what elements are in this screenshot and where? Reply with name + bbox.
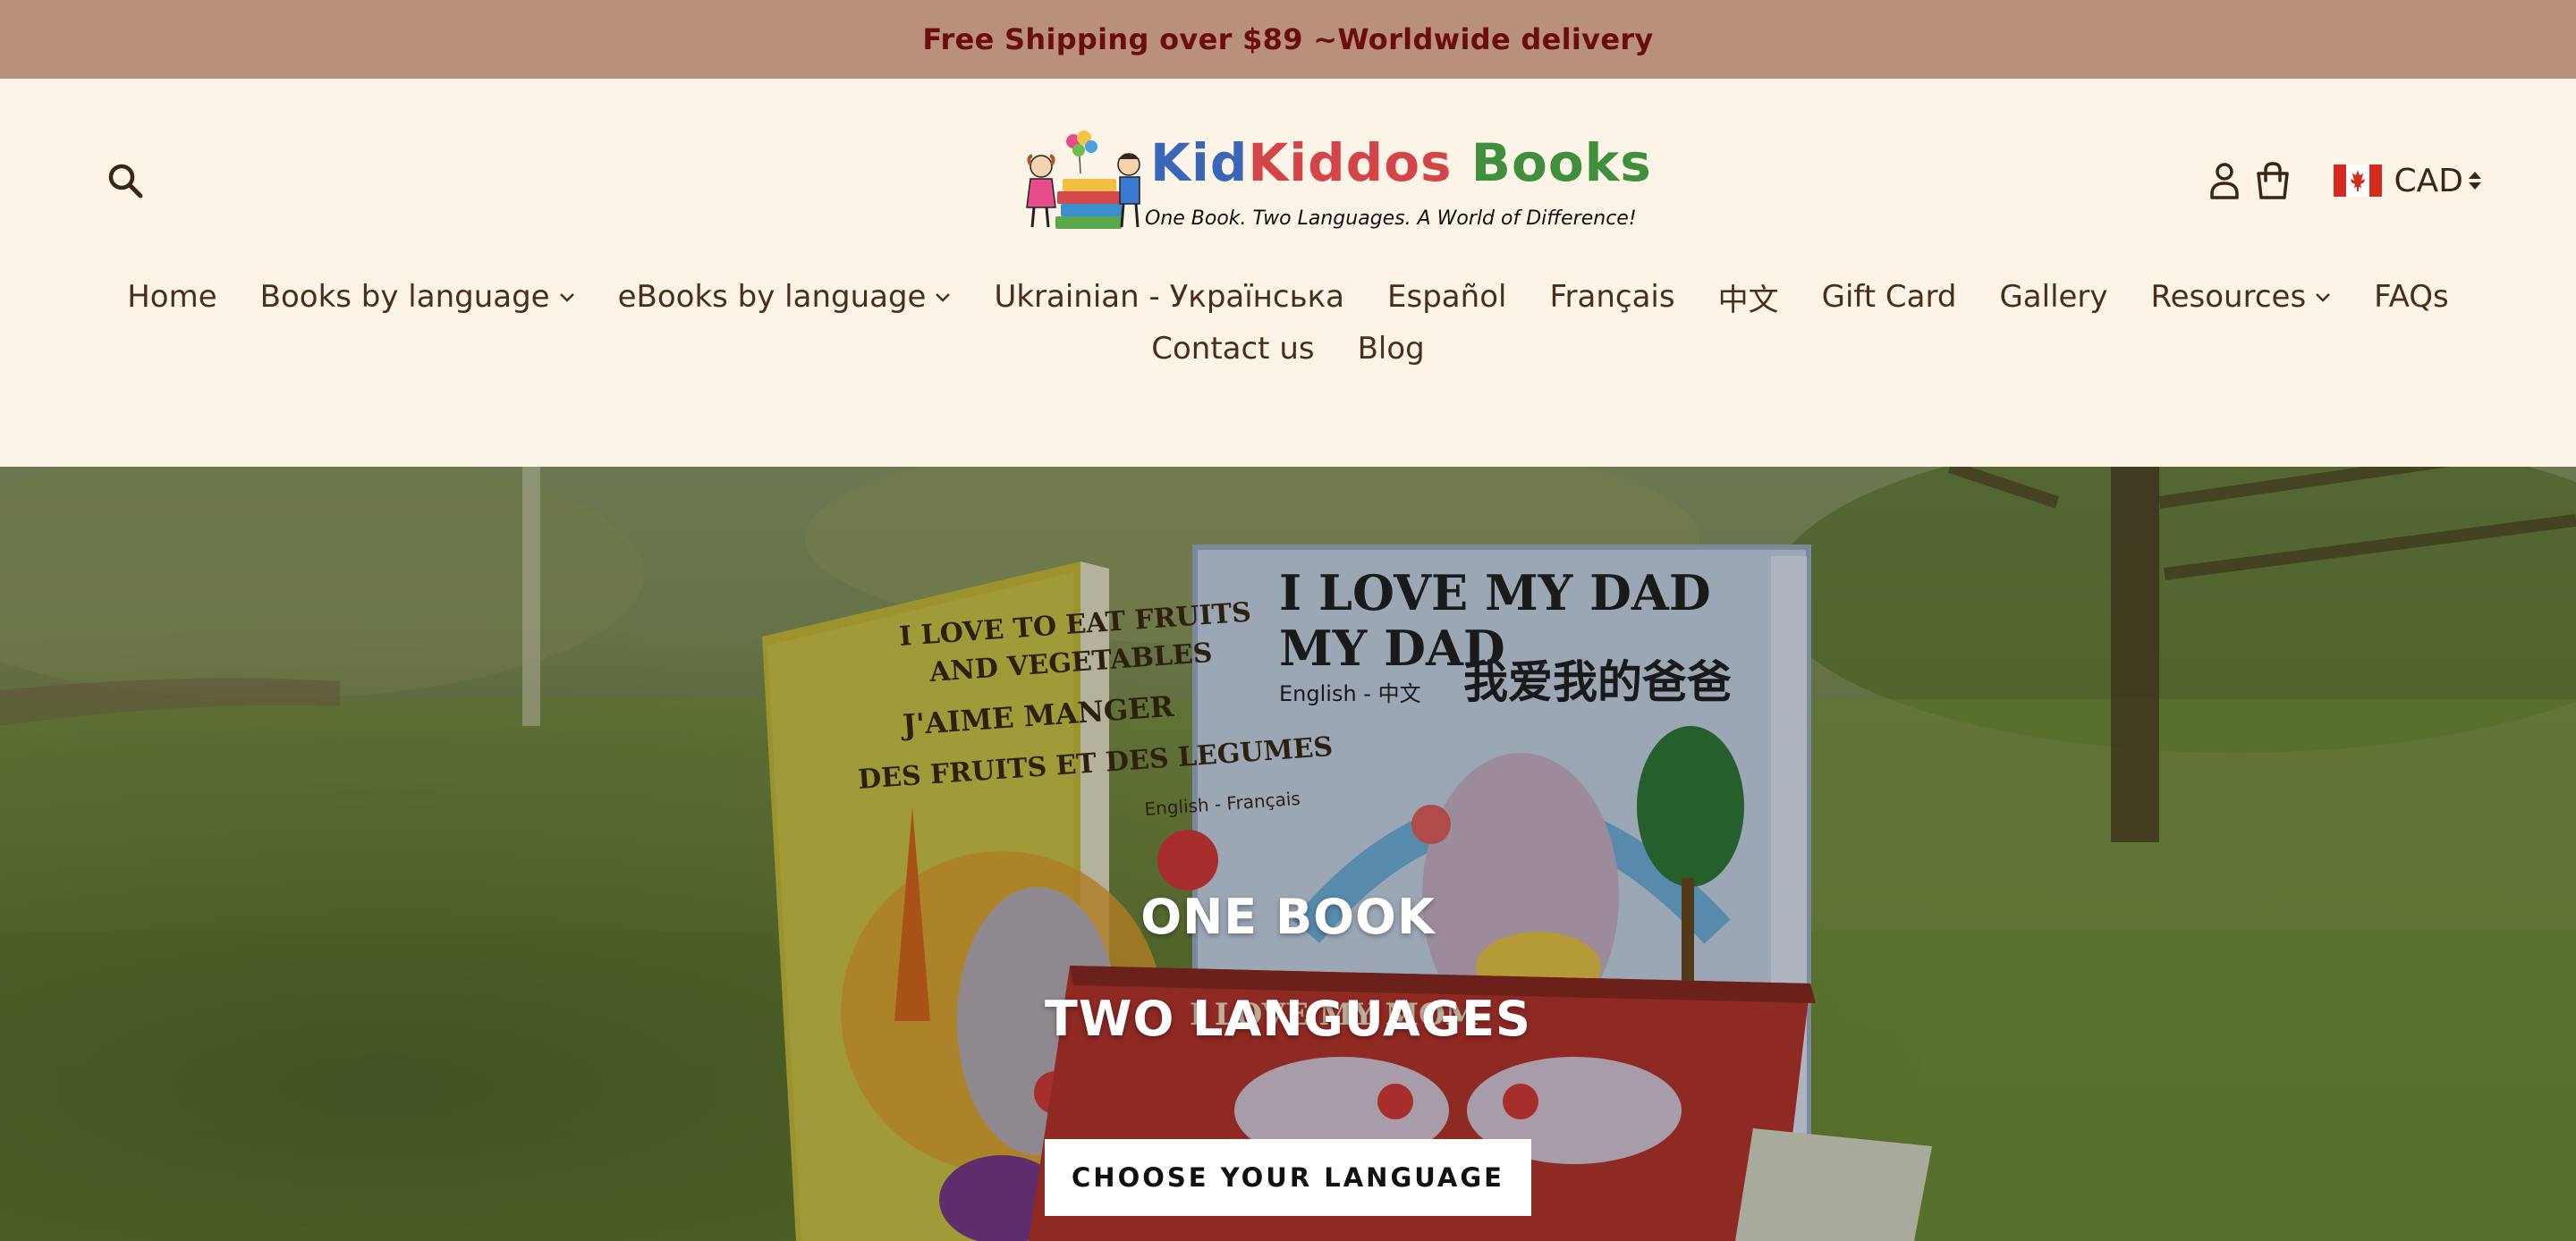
nav-item-francais[interactable]: Français bbox=[1528, 277, 1696, 317]
nav-item-label: Gift Card bbox=[1821, 279, 1957, 315]
hero-heading-line2: TWO LANGUAGES bbox=[1045, 991, 1531, 1047]
nav-item-label: Ukrainian - Українська bbox=[994, 279, 1345, 315]
cart-button[interactable] bbox=[2253, 159, 2292, 202]
currency-code: CAD bbox=[2394, 162, 2463, 199]
chevron-down-icon bbox=[2316, 293, 2331, 302]
hero-banner: I LOVE MY DAD MY DAD English - 中文 我爱我的爸爸… bbox=[0, 467, 2576, 1241]
cart-icon bbox=[2256, 162, 2289, 199]
site-logo[interactable]: KidKiddos Books One Book. Two Languages.… bbox=[1018, 131, 1651, 236]
nav-item-label: Contact us bbox=[1151, 331, 1315, 367]
nav-item-label: 中文 bbox=[1717, 282, 1779, 318]
nav-item-label: FAQs bbox=[2374, 279, 2449, 315]
site-header: KidKiddos Books One Book. Two Languages.… bbox=[0, 79, 2576, 467]
caret-up-down-icon bbox=[2469, 172, 2481, 190]
logo-wordmark-kid: Kid bbox=[1150, 132, 1249, 193]
nav-item-gallery[interactable]: Gallery bbox=[1978, 277, 2129, 317]
nav-item-ukrainian[interactable]: Ukrainian - Українська bbox=[972, 277, 1366, 317]
canada-flag-icon bbox=[2333, 165, 2382, 197]
logo-tagline: One Book. Two Languages. A World of Diff… bbox=[1145, 207, 1637, 230]
logo-wordmark: KidKiddos Books bbox=[1150, 132, 1652, 193]
logo-wordmark-kiddos: Kiddos bbox=[1248, 132, 1453, 193]
nav-item-label: Blog bbox=[1357, 331, 1425, 367]
account-icon bbox=[2209, 163, 2239, 199]
currency-selector[interactable]: CAD bbox=[2333, 159, 2483, 202]
nav-item-gift-card[interactable]: Gift Card bbox=[1801, 277, 1979, 317]
nav-item-label: Español bbox=[1387, 279, 1507, 315]
nav-item-contact-us[interactable]: Contact us bbox=[1130, 329, 1335, 368]
nav-item-label: Français bbox=[1549, 279, 1675, 315]
nav-item-chinese[interactable]: 中文 bbox=[1697, 277, 1801, 318]
account-button[interactable] bbox=[2208, 159, 2241, 202]
nav-item-blog[interactable]: Blog bbox=[1336, 329, 1446, 368]
logo-kids-illustration-icon bbox=[1026, 131, 1140, 229]
header-actions: CAD bbox=[2208, 159, 2483, 202]
logo-wordmark-books: Books bbox=[1470, 132, 1652, 193]
nav-item-label: eBooks by language bbox=[617, 279, 927, 315]
announcement-bar: Free Shipping over $89 ~Worldwide delive… bbox=[0, 0, 2576, 79]
nav-item-espanol[interactable]: Español bbox=[1366, 277, 1528, 317]
choose-language-button[interactable]: CHOOSE YOUR LANGUAGE bbox=[1045, 1139, 1531, 1216]
chevron-down-icon bbox=[559, 293, 574, 302]
nav-item-resources[interactable]: Resources bbox=[2130, 277, 2353, 317]
search-button[interactable] bbox=[104, 159, 147, 202]
nav-item-home[interactable]: Home bbox=[106, 277, 238, 317]
nav-item-faqs[interactable]: FAQs bbox=[2352, 277, 2470, 317]
nav-item-books-by-language[interactable]: Books by language bbox=[239, 277, 597, 317]
nav-item-ebooks-by-language[interactable]: eBooks by language bbox=[597, 277, 973, 317]
hero-overlay bbox=[0, 467, 2576, 1241]
main-navigation: Home Books by language eBooks by languag… bbox=[80, 277, 2496, 368]
nav-item-label: Gallery bbox=[1999, 279, 2108, 315]
nav-item-label: Home bbox=[127, 279, 217, 315]
nav-item-label: Resources bbox=[2150, 279, 2307, 315]
search-icon bbox=[108, 164, 143, 198]
announcement-text[interactable]: Free Shipping over $89 ~Worldwide delive… bbox=[922, 22, 1653, 56]
nav-item-label: Books by language bbox=[259, 279, 550, 315]
chevron-down-icon bbox=[936, 293, 951, 302]
hero-heading-line1: ONE BOOK bbox=[1140, 889, 1436, 945]
